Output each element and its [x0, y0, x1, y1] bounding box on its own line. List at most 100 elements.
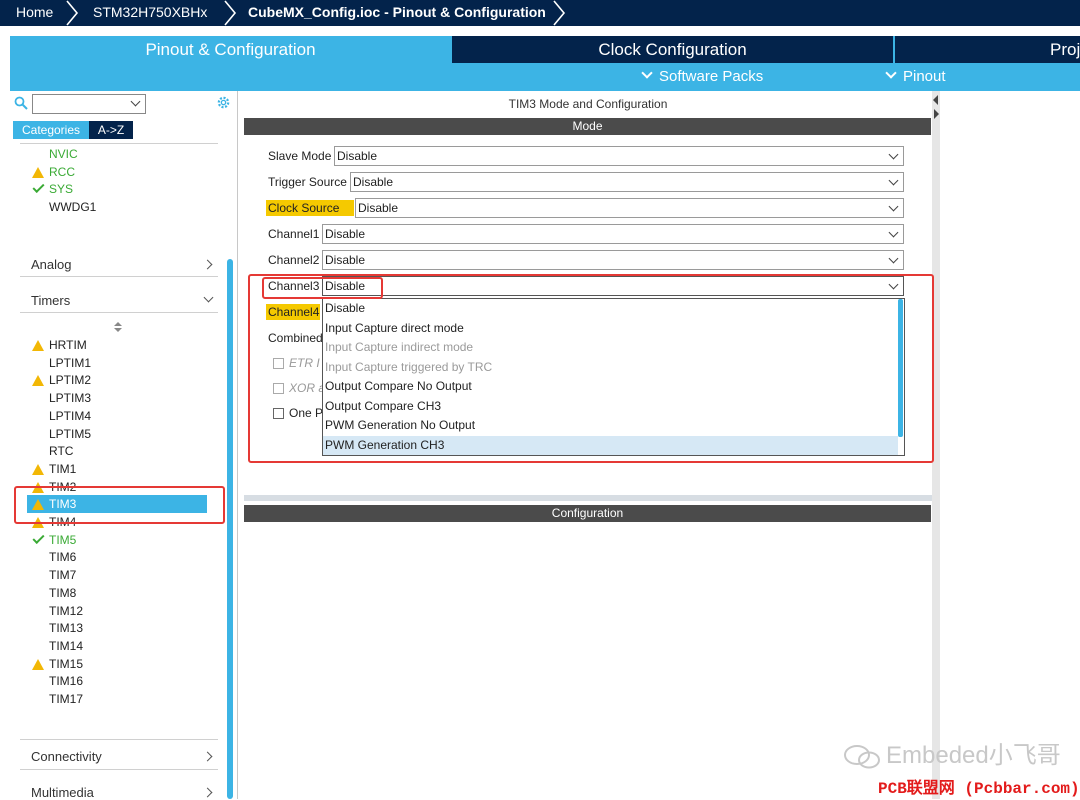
- section-connectivity[interactable]: Connectivity: [31, 749, 217, 764]
- sidebar-item-tim5[interactable]: TIM5: [49, 532, 76, 548]
- warning-icon: [32, 375, 44, 387]
- warning-icon: [32, 463, 44, 475]
- chevron-down-icon: [888, 201, 899, 212]
- channel2-value: Disable: [325, 253, 366, 267]
- sidebar-item-nvic[interactable]: NVIC: [49, 146, 78, 162]
- search-input[interactable]: [32, 94, 146, 114]
- chevron-down-icon: [130, 96, 141, 107]
- sidebar-item-tim7[interactable]: TIM7: [49, 567, 76, 583]
- chevron-right-icon: [202, 787, 213, 798]
- sidebar-item-lptim2[interactable]: LPTIM2: [49, 372, 91, 388]
- section-multimedia-label: Multimedia: [31, 785, 94, 800]
- warning-icon: [32, 658, 44, 670]
- watermark-line1: Embeded小飞哥: [886, 742, 1061, 769]
- sidebar-item-tim6[interactable]: TIM6: [49, 549, 76, 565]
- breadcrumb: Home STM32H750XBHx CubeMX_Config.ioc - P…: [0, 0, 1080, 26]
- sidebar-item-wwdg1[interactable]: WWDG1: [49, 199, 96, 215]
- divider: [20, 276, 218, 277]
- trigger-source-select[interactable]: Disable: [350, 172, 904, 192]
- clock-source-value: Disable: [358, 201, 399, 215]
- breadcrumb-device[interactable]: STM32H750XBHx: [93, 0, 207, 26]
- sidebar-item-tim17[interactable]: TIM17: [49, 691, 83, 707]
- trigger-source-value: Disable: [353, 175, 394, 189]
- pinout-menu-label: Pinout: [903, 68, 946, 85]
- sidebar-item-sys[interactable]: SYS: [49, 181, 73, 197]
- section-analog[interactable]: Analog: [31, 257, 217, 272]
- channel1-select[interactable]: Disable: [322, 224, 904, 244]
- left-sidebar: Categories A->Z Analog Timers Connectivi…: [10, 91, 238, 800]
- sidebar-item-tim13[interactable]: TIM13: [49, 620, 83, 636]
- collapse-arrows-icon[interactable]: [932, 93, 940, 121]
- breadcrumb-chevron-icon: [224, 0, 237, 26]
- chevron-down-icon: [888, 175, 899, 186]
- sidebar-item-tim14[interactable]: TIM14: [49, 638, 83, 654]
- slave-mode-value: Disable: [337, 149, 378, 163]
- section-timers[interactable]: Timers: [31, 292, 217, 308]
- sidebar-item-rcc[interactable]: RCC: [49, 164, 75, 180]
- section-connectivity-label: Connectivity: [31, 749, 102, 764]
- channel1-label: Channel1: [268, 227, 320, 241]
- divider: [20, 739, 218, 740]
- clock-source-label: Clock Source: [266, 200, 354, 216]
- chevron-down-icon: [888, 253, 899, 264]
- panel-title: TIM3 Mode and Configuration: [508, 97, 668, 111]
- sidebar-item-tim15[interactable]: TIM15: [49, 656, 83, 672]
- chevron-down-icon: [203, 292, 214, 303]
- pinout-menu[interactable]: Pinout: [885, 65, 946, 89]
- trigger-source-label: Trigger Source: [268, 175, 347, 189]
- sidebar-item-lptim5[interactable]: LPTIM5: [49, 426, 91, 442]
- breadcrumb-project[interactable]: CubeMX_Config.ioc - Pinout & Configurati…: [248, 0, 546, 26]
- watermark-site: PCB联盟网 (Pcbbar.com): [878, 780, 1080, 798]
- sidebar-item-tim12[interactable]: TIM12: [49, 603, 83, 619]
- sidebar-item-lptim3[interactable]: LPTIM3: [49, 390, 91, 406]
- check-icon: [32, 531, 45, 544]
- breadcrumb-chevron-icon: [553, 0, 566, 26]
- software-packs-label: Software Packs: [659, 68, 764, 85]
- channel1-value: Disable: [325, 227, 366, 241]
- configuration-bar: Configuration: [244, 505, 931, 522]
- mode-bar: Mode: [244, 118, 931, 135]
- dropdown-callout: [248, 274, 934, 463]
- watermark-text: Embeded小飞哥: [842, 735, 1061, 771]
- chevron-right-icon: [202, 259, 213, 270]
- section-multimedia[interactable]: Multimedia: [31, 785, 217, 800]
- breadcrumb-chevron-icon: [66, 0, 79, 26]
- panel-splitter[interactable]: [244, 495, 932, 501]
- check-icon: [32, 181, 45, 194]
- gear-icon[interactable]: [216, 95, 231, 110]
- clock-source-select[interactable]: Disable: [355, 198, 904, 218]
- channel2-label: Channel2: [268, 253, 320, 267]
- chevron-right-icon: [202, 751, 213, 762]
- wechat-icon: [844, 744, 880, 769]
- tim3-callout: [14, 486, 225, 524]
- breadcrumb-home[interactable]: Home: [16, 0, 53, 26]
- tab-project-manager[interactable]: Proj: [895, 36, 1080, 63]
- sidebar-item-tim8[interactable]: TIM8: [49, 585, 76, 601]
- sidebar-scrollbar[interactable]: [227, 259, 233, 799]
- main-tab-bar: Pinout & Configuration Clock Configurati…: [10, 36, 1080, 91]
- section-analog-label: Analog: [31, 257, 72, 272]
- chevron-down-icon: [888, 149, 899, 160]
- section-timers-label: Timers: [31, 293, 71, 308]
- a-z-button[interactable]: A->Z: [89, 121, 133, 139]
- channel2-select[interactable]: Disable: [322, 250, 904, 270]
- sidebar-item-tim16[interactable]: TIM16: [49, 673, 83, 689]
- divider: [20, 769, 218, 770]
- warning-icon: [32, 340, 44, 351]
- search-icon[interactable]: [14, 96, 28, 110]
- divider: [20, 143, 218, 144]
- slave-mode-select[interactable]: Disable: [334, 146, 904, 166]
- sidebar-item-lptim4[interactable]: LPTIM4: [49, 408, 91, 424]
- sidebar-item-tim1[interactable]: TIM1: [49, 461, 76, 477]
- categories-button[interactable]: Categories: [13, 121, 89, 139]
- tab-pinout-configuration[interactable]: Pinout & Configuration: [10, 36, 451, 63]
- tab-clock-configuration[interactable]: Clock Configuration: [452, 36, 893, 63]
- sidebar-item-hrtim[interactable]: HRTIM: [49, 337, 87, 353]
- sidebar-item-rtc[interactable]: RTC: [49, 443, 73, 459]
- chevron-down-icon: [641, 67, 653, 79]
- software-packs-menu[interactable]: Software Packs: [641, 65, 764, 89]
- sidebar-item-lptim1[interactable]: LPTIM1: [49, 355, 91, 371]
- sort-icon[interactable]: [114, 322, 122, 332]
- divider: [20, 312, 218, 313]
- chevron-down-icon: [888, 227, 899, 238]
